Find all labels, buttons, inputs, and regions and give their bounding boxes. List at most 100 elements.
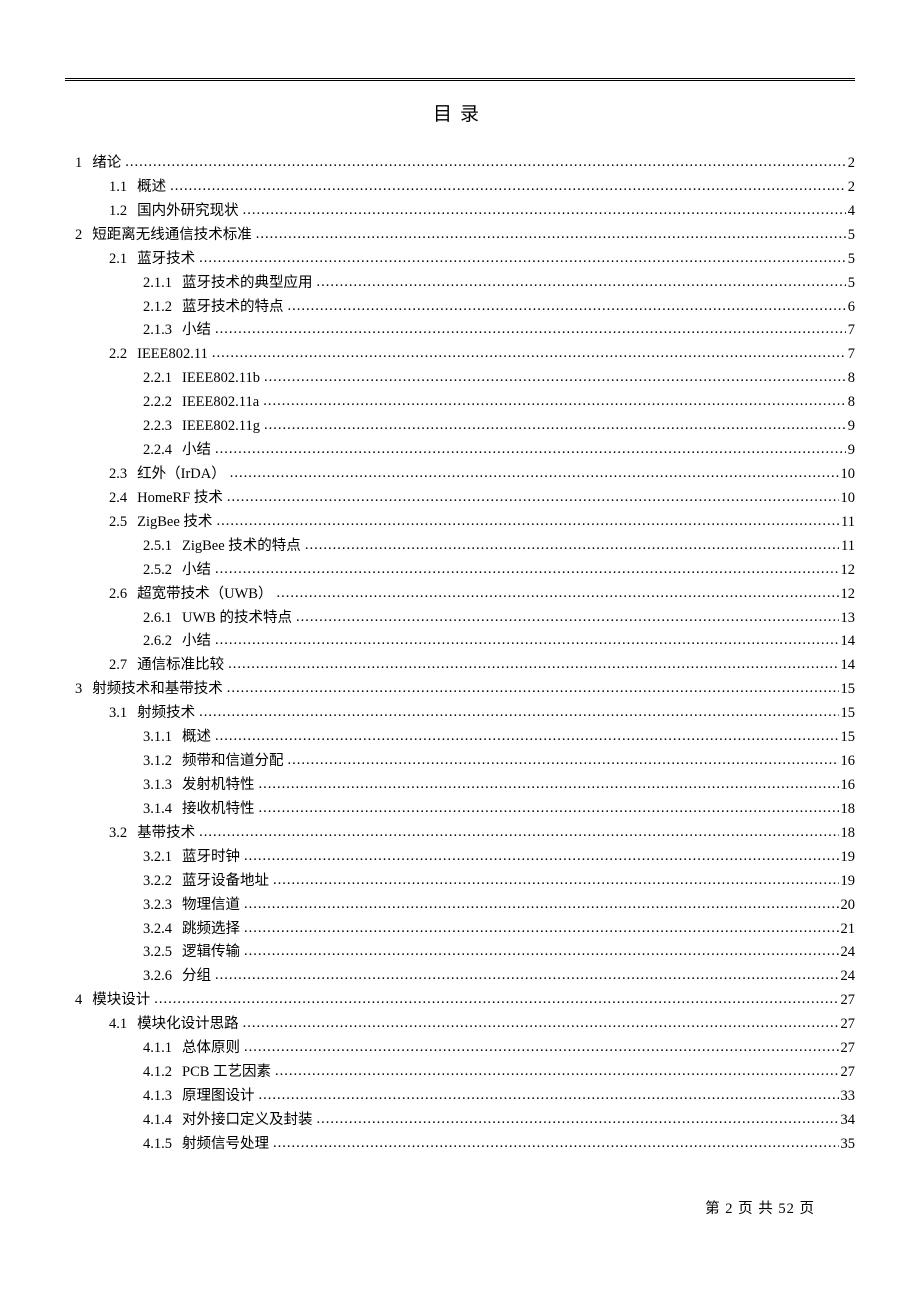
toc-leader-dots	[228, 653, 838, 677]
toc-entry[interactable]: 3.2基带技术18	[65, 822, 855, 846]
toc-entry-number: 3.2.4	[143, 918, 182, 942]
toc-entry[interactable]: 2.6.2小结14	[65, 630, 855, 654]
toc-entry-label: 蓝牙技术	[137, 248, 199, 272]
toc-leader-dots	[125, 151, 846, 175]
toc-entry[interactable]: 4.1.2PCB 工艺因素27	[65, 1061, 855, 1085]
toc-entry-number: 2.3	[109, 463, 137, 487]
document-page: 目录 1绪论21.1概述21.2国内外研究现状42短距离无线通信技术标准52.1…	[65, 0, 855, 1278]
toc-entry[interactable]: 4.1.4对外接口定义及封装34	[65, 1109, 855, 1133]
toc-entry-number: 3.2	[109, 822, 137, 846]
toc-entry[interactable]: 2.5ZigBee 技术 11	[65, 511, 855, 535]
toc-entry[interactable]: 2.3红外（IrDA）10	[65, 463, 855, 487]
toc-entry[interactable]: 4模块设计27	[65, 989, 855, 1013]
toc-leader-dots	[215, 438, 846, 462]
toc-leader-dots	[275, 1060, 838, 1084]
toc-entry-number: 4.1.4	[143, 1109, 182, 1133]
toc-entry-page: 6	[846, 296, 855, 320]
toc-entry-number: 1.2	[109, 200, 137, 224]
toc-entry[interactable]: 3.1射频技术15	[65, 702, 855, 726]
toc-entry[interactable]: 2.7通信标准比较14	[65, 654, 855, 678]
toc-entry-page: 16	[839, 774, 856, 798]
toc-entry-page: 11	[839, 511, 855, 535]
toc-entry[interactable]: 1.1概述2	[65, 176, 855, 200]
toc-entry[interactable]: 3.1.2频带和信道分配16	[65, 750, 855, 774]
toc-entry-label: IEEE802.11b	[182, 367, 264, 391]
toc-entry-page: 24	[839, 941, 856, 965]
toc-entry[interactable]: 3.2.5逻辑传输24	[65, 941, 855, 965]
toc-entry-number: 4.1.2	[143, 1061, 182, 1085]
toc-entry-label: 基带技术	[137, 822, 199, 846]
toc-entry-number: 2.2.2	[143, 391, 182, 415]
toc-entry-page: 27	[839, 1013, 856, 1037]
toc-entry-label: 射频技术	[137, 702, 199, 726]
toc-entry[interactable]: 3.2.3物理信道20	[65, 894, 855, 918]
toc-entry[interactable]: 4.1.5射频信号处理35	[65, 1133, 855, 1157]
toc-entry[interactable]: 2.4HomeRF 技术10	[65, 487, 855, 511]
toc-entry-label: UWB 的技术特点	[182, 607, 296, 631]
toc-entry[interactable]: 2.5.1ZigBee 技术的特点11	[65, 535, 855, 559]
toc-entry-label: ZigBee 技术	[137, 511, 216, 535]
toc-entry[interactable]: 2短距离无线通信技术标准5	[65, 224, 855, 248]
toc-leader-dots	[244, 893, 839, 917]
toc-entry-label: 蓝牙技术的典型应用	[182, 272, 317, 296]
toc-entry-page: 9	[846, 439, 855, 463]
toc-entry[interactable]: 4.1.3原理图设计33	[65, 1085, 855, 1109]
toc-entry[interactable]: 3.1.3发射机特性16	[65, 774, 855, 798]
toc-entry-label: 射频技术和基带技术	[92, 678, 227, 702]
toc-entry-number: 4.1.5	[143, 1133, 182, 1157]
toc-entry-page: 14	[839, 654, 856, 678]
toc-entry[interactable]: 2.1蓝牙技术5	[65, 248, 855, 272]
toc-leader-dots	[256, 223, 846, 247]
toc-entry[interactable]: 2.6.1UWB 的技术特点13	[65, 607, 855, 631]
toc-entry[interactable]: 3射频技术和基带技术 15	[65, 678, 855, 702]
toc-entry[interactable]: 2.1.3小结7	[65, 319, 855, 343]
toc-entry-page: 15	[839, 726, 856, 750]
toc-entry[interactable]: 2.2.2IEEE802.11a8	[65, 391, 855, 415]
toc-leader-dots	[216, 510, 839, 534]
toc-entry[interactable]: 4.1模块化设计思路27	[65, 1013, 855, 1037]
toc-entry-number: 3.2.6	[143, 965, 182, 989]
toc-entry-label: 概述	[137, 176, 170, 200]
toc-entry-number: 3.2.5	[143, 941, 182, 965]
toc-entry-label: 频带和信道分配	[182, 750, 288, 774]
toc-entry-page: 19	[839, 846, 856, 870]
toc-entry[interactable]: 3.1.4接收机特性18	[65, 798, 855, 822]
toc-entry-number: 2.2	[109, 343, 137, 367]
toc-entry[interactable]: 1.2国内外研究现状4	[65, 200, 855, 224]
toc-entry[interactable]: 3.2.2蓝牙设备地址19	[65, 870, 855, 894]
toc-entry-number: 4.1.1	[143, 1037, 182, 1061]
toc-entry[interactable]: 3.2.6分组24	[65, 965, 855, 989]
toc-entry[interactable]: 3.1.1概述15	[65, 726, 855, 750]
toc-entry[interactable]: 2.1.2蓝牙技术的特点6	[65, 296, 855, 320]
table-of-contents: 1绪论21.1概述21.2国内外研究现状42短距离无线通信技术标准52.1蓝牙技…	[65, 152, 855, 1157]
toc-entry-page: 15	[839, 702, 856, 726]
page-title: 目录	[65, 99, 855, 126]
toc-entry-label: 模块化设计思路	[137, 1013, 243, 1037]
toc-leader-dots	[317, 1108, 839, 1132]
toc-entry-label: IEEE802.11a	[182, 391, 263, 415]
toc-entry[interactable]: 2.2IEEE802.117	[65, 343, 855, 367]
toc-leader-dots	[264, 366, 846, 390]
toc-entry-label: 蓝牙设备地址	[182, 870, 273, 894]
toc-entry-page: 35	[839, 1133, 856, 1157]
toc-entry[interactable]: 1绪论2	[65, 152, 855, 176]
toc-entry[interactable]: 2.1.1蓝牙技术的典型应用5	[65, 272, 855, 296]
toc-entry-number: 3	[75, 678, 92, 702]
toc-leader-dots	[215, 558, 839, 582]
toc-entry[interactable]: 3.2.4跳频选择21	[65, 918, 855, 942]
toc-entry-number: 2.1.1	[143, 272, 182, 296]
toc-entry[interactable]: 2.2.3IEEE802.11g9	[65, 415, 855, 439]
toc-entry[interactable]: 2.5.2小结12	[65, 559, 855, 583]
toc-entry[interactable]: 2.2.1IEEE802.11b8	[65, 367, 855, 391]
toc-leader-dots	[244, 917, 839, 941]
toc-entry-number: 2.5.2	[143, 559, 182, 583]
toc-entry[interactable]: 4.1.1总体原则27	[65, 1037, 855, 1061]
toc-entry-number: 2.5	[109, 511, 137, 535]
toc-entry-label: 小结	[182, 439, 215, 463]
toc-leader-dots	[273, 869, 839, 893]
toc-entry[interactable]: 2.2.4小结9	[65, 439, 855, 463]
toc-leader-dots	[288, 749, 839, 773]
toc-entry[interactable]: 3.2.1蓝牙时钟19	[65, 846, 855, 870]
toc-entry[interactable]: 2.6超宽带技术（UWB）12	[65, 583, 855, 607]
toc-entry-page: 15	[839, 678, 856, 702]
